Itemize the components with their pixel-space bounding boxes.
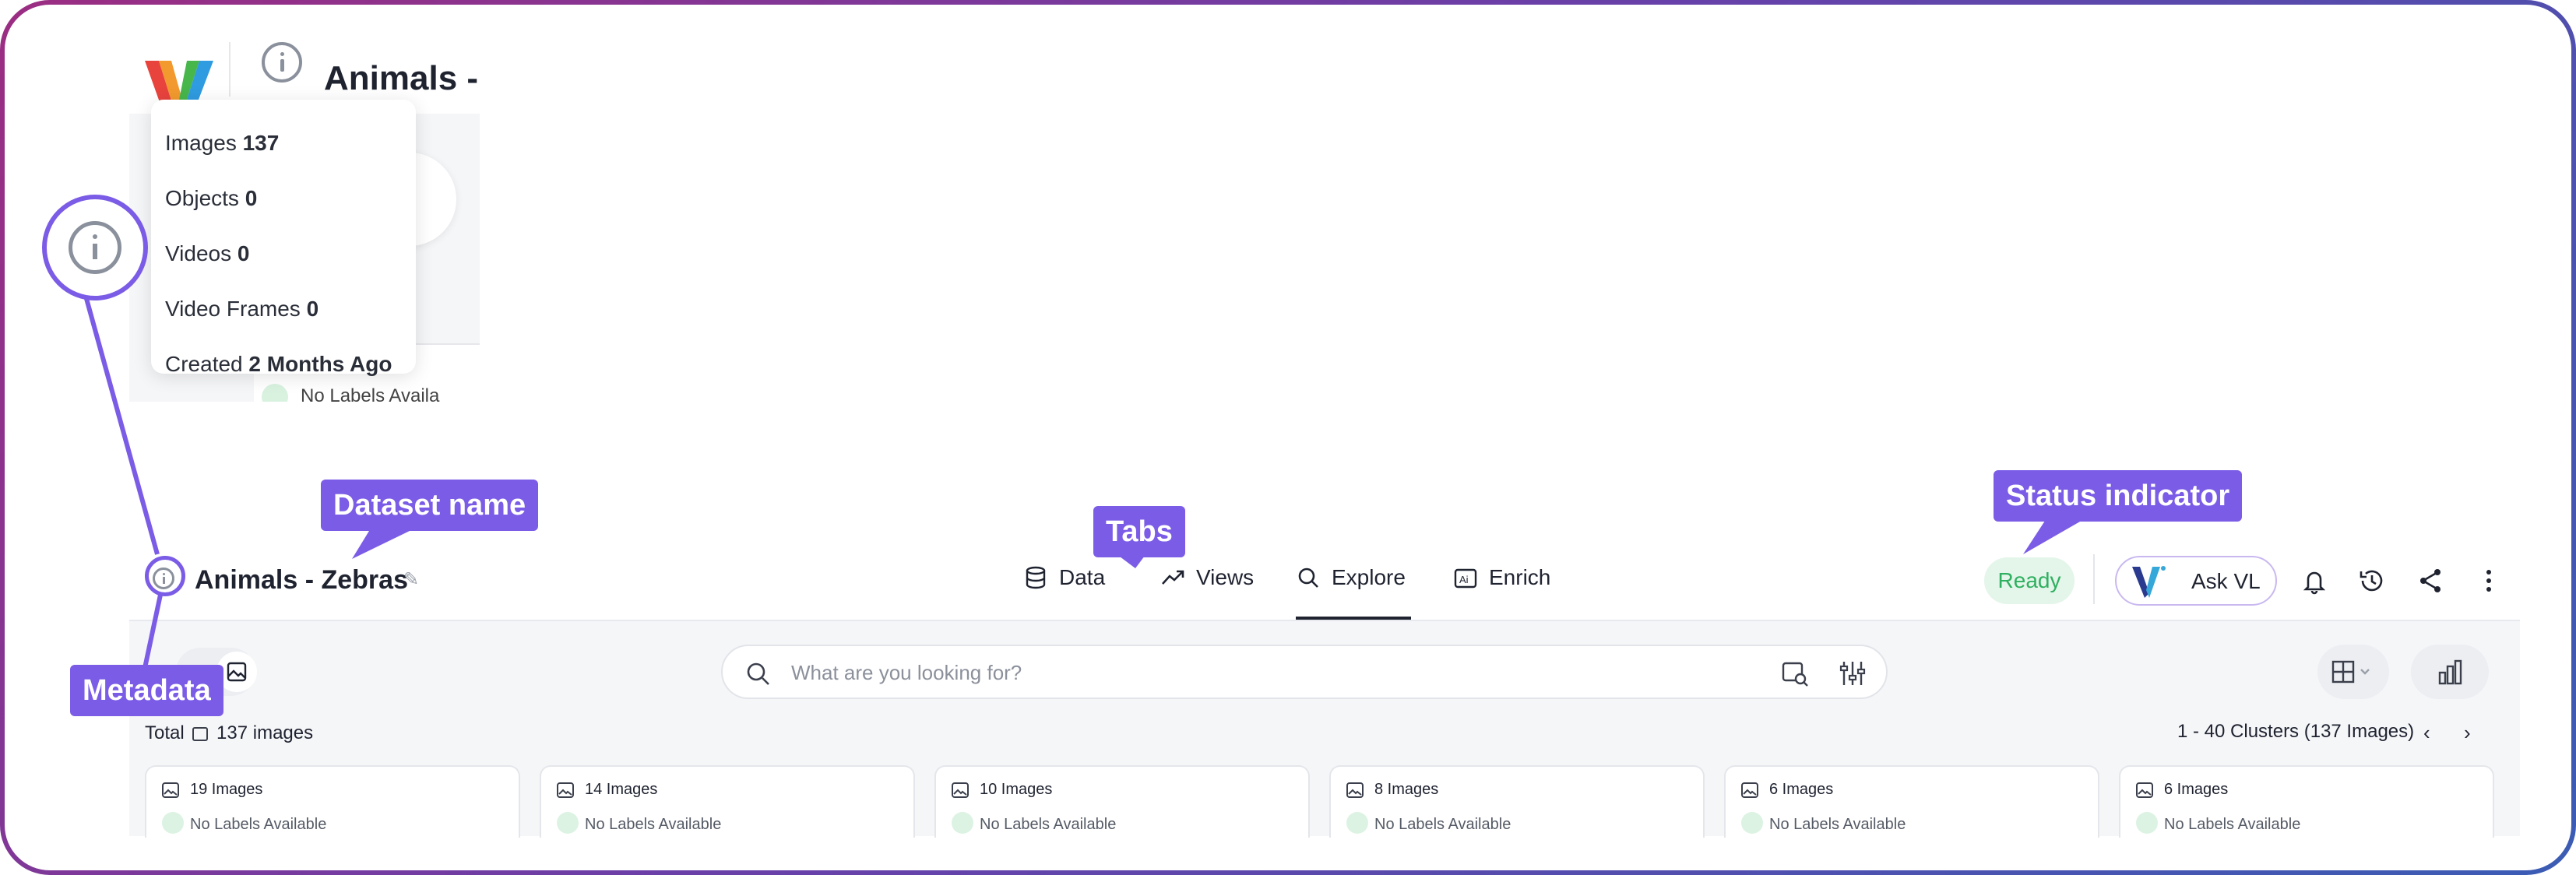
status-badge: Ready	[1984, 557, 2075, 604]
metadata-highlight	[42, 195, 148, 300]
cluster-card[interactable]: 14 Images No Labels Available	[540, 765, 915, 838]
more-vertical-icon[interactable]	[2473, 565, 2504, 596]
tab-label: Data	[1059, 565, 1106, 589]
search-icon	[1298, 568, 1318, 588]
divider	[2093, 554, 2095, 604]
tag-icon	[1346, 812, 1368, 834]
search-icon	[747, 662, 769, 685]
history-icon[interactable]	[2356, 565, 2388, 596]
meta-row-created: Created 2 Months Ago	[165, 352, 392, 376]
share-icon[interactable]	[2416, 565, 2447, 596]
bar-chart-icon	[2438, 659, 2462, 685]
bell-icon[interactable]	[2299, 565, 2330, 596]
dataset-name: Animals - Zebras	[195, 565, 408, 595]
annotation-metadata: Metadata	[70, 665, 223, 716]
tab-label: Enrich	[1489, 565, 1551, 589]
zoom-dataset-title: Animals -	[324, 59, 479, 97]
metadata-popover: Images 137 Objects 0 Videos 0 Video Fram…	[151, 100, 416, 376]
next-page-icon[interactable]: ›	[2464, 721, 2471, 745]
cluster-count: 6 Images	[1769, 781, 1834, 798]
image-icon	[1346, 782, 1364, 798]
image-icon	[2136, 782, 2153, 798]
divider	[229, 42, 231, 97]
explore-body: Total 137 images 1 - 40 Clusters (137 Im…	[129, 620, 2520, 838]
tag-icon	[1741, 812, 1763, 834]
cluster-labels: No Labels Available	[980, 816, 1117, 833]
tag-icon	[2136, 812, 2158, 834]
image-icon	[557, 782, 574, 798]
image-icon	[192, 726, 209, 741]
prev-page-icon[interactable]: ‹	[2423, 721, 2430, 745]
cluster-card[interactable]: 6 Images No Labels Available	[2119, 765, 2494, 838]
trend-icon	[1162, 570, 1184, 585]
cluster-card[interactable]: 8 Images No Labels Available	[1329, 765, 1705, 838]
search-input[interactable]	[791, 657, 1726, 688]
tag-icon	[557, 812, 579, 834]
image-icon	[162, 782, 179, 798]
analytics-button[interactable]	[2411, 645, 2489, 699]
metadata-highlight-small	[145, 556, 185, 596]
meta-row-videos: Videos 0	[165, 241, 250, 265]
tab-data[interactable]: Data	[1023, 562, 1105, 620]
tag-icon	[952, 812, 973, 834]
ai-icon: Ai	[1454, 568, 1477, 589]
cluster-count: 19 Images	[190, 781, 263, 798]
ask-vl-button[interactable]: Ask VL	[2115, 556, 2277, 606]
vl-logo-icon	[2132, 566, 2166, 598]
image-icon	[952, 782, 969, 798]
tab-label: Explore	[1332, 565, 1406, 589]
meta-row-images: Images 137	[165, 131, 280, 155]
total-count: Total 137 images	[145, 722, 314, 743]
meta-row-objects: Objects 0	[165, 186, 258, 210]
gradient-frame: Animals - nages No Labels Availa Images …	[0, 0, 2576, 875]
tab-enrich[interactable]: Ai Enrich	[1453, 562, 1550, 620]
ask-vl-label: Ask VL	[2191, 569, 2261, 593]
grid-icon	[2331, 660, 2370, 683]
tag-icon	[162, 812, 184, 834]
pagination-label: 1 - 40 Clusters (137 Images)	[2177, 721, 2415, 742]
annotation-status-indicator: Status indicator	[1994, 470, 2243, 522]
info-icon[interactable]	[262, 42, 302, 83]
edit-pencil-icon[interactable]: ✎	[403, 568, 419, 591]
tab-explore[interactable]: Explore	[1296, 562, 1411, 620]
cluster-count: 6 Images	[2164, 781, 2229, 798]
tab-label: Views	[1196, 565, 1255, 589]
annotation-tabs: Tabs	[1093, 506, 1185, 557]
svg-text:Ai: Ai	[1459, 574, 1469, 585]
app-header: Animals - Zebras ✎ Data Views Explore Ai…	[129, 534, 2520, 620]
info-icon	[69, 221, 121, 274]
cluster-card[interactable]: 19 Images No Labels Available	[145, 765, 520, 838]
cluster-labels: No Labels Available	[1374, 816, 1511, 833]
cluster-labels: No Labels Available	[2164, 816, 2301, 833]
cluster-count: 8 Images	[1374, 781, 1439, 798]
image-search-icon[interactable]	[1780, 659, 1810, 688]
cluster-card[interactable]: 6 Images No Labels Available	[1724, 765, 2099, 838]
cluster-labels: No Labels Available	[585, 816, 722, 833]
cluster-count: 10 Images	[980, 781, 1053, 798]
filter-sliders-icon[interactable]	[1838, 659, 1867, 688]
view-mode-dropdown[interactable]	[2317, 645, 2389, 699]
cluster-labels: No Labels Available	[190, 816, 327, 833]
database-icon	[1026, 566, 1046, 589]
app-window: Animals - Zebras ✎ Data Views Explore Ai…	[129, 534, 2520, 838]
search-bar	[721, 645, 1888, 699]
meta-row-video-frames: Video Frames 0	[165, 297, 319, 321]
annotation-dataset-name: Dataset name	[321, 480, 539, 531]
tab-views[interactable]: Views	[1160, 562, 1254, 620]
cluster-labels: No Labels Available	[1769, 816, 1906, 833]
canvas: Animals - nages No Labels Availa Images …	[5, 5, 2571, 870]
cluster-count: 14 Images	[585, 781, 658, 798]
image-icon	[1741, 782, 1758, 798]
cluster-card[interactable]: 10 Images No Labels Available	[934, 765, 1310, 838]
